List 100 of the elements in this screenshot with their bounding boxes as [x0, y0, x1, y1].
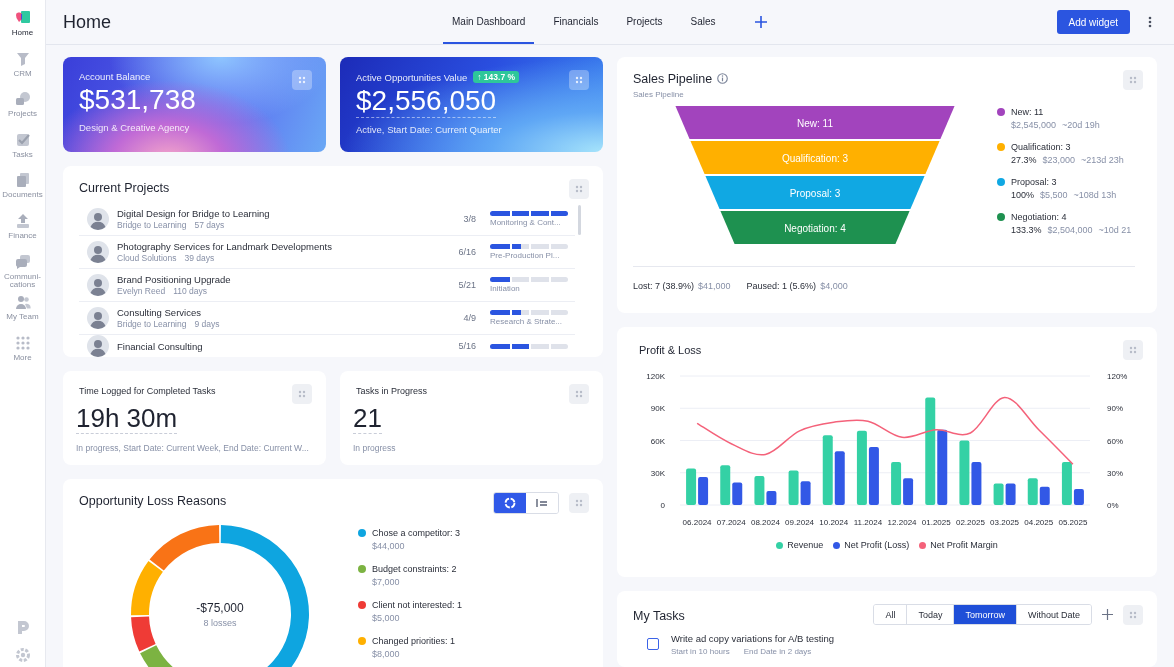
duration: 9 days [194, 319, 220, 329]
funnel-icon [14, 50, 31, 67]
avatar [87, 208, 109, 230]
task-checkbox[interactable] [647, 638, 659, 650]
x-tick-label: 08.2024 [750, 518, 780, 527]
x-tick-label: 01.2025 [921, 518, 951, 527]
conversion-rate: 100% [1011, 190, 1035, 200]
lost-count: Lost: 7 (38.9%) [633, 281, 695, 291]
chat-icon [14, 253, 31, 270]
card-note: Design & Creative Agency [79, 122, 191, 133]
stage-amount: $5,500 [1040, 190, 1068, 200]
drag-handle[interactable] [1123, 604, 1143, 625]
growth-badge: ↑ 143.7 % [473, 71, 520, 83]
people-icon [14, 294, 31, 311]
task-count: 4/9 [462, 313, 476, 323]
duration: 39 days [184, 253, 215, 263]
project-row[interactable]: Consulting Services Bridge to Learning 9 days 4/9 Research & Strate... [79, 302, 575, 335]
stage-name: Proposal: 3 [1011, 177, 1058, 187]
stat-note: In progress [353, 442, 397, 453]
bar [822, 435, 833, 505]
drag-handle[interactable] [569, 70, 589, 90]
stage-duration: ~20d 19h [1062, 120, 1100, 130]
tab[interactable]: Projects [617, 0, 672, 44]
info-icon[interactable] [717, 72, 729, 84]
task-count: 3/8 [462, 214, 476, 224]
card-note: Active, Start Date: Current Quarter [356, 124, 503, 135]
x-tick-label: 05.2025 [1058, 518, 1088, 527]
lost-amount: $41,000 [698, 281, 731, 291]
card-label: Account Balance [79, 71, 151, 82]
stage-label: Monitoring & Cont... [490, 218, 562, 227]
drag-handle[interactable] [292, 384, 312, 404]
project-name: Digital Design for Bridge to Learning [117, 208, 271, 219]
client-name: Cloud Solutions [117, 253, 177, 263]
sidebar-item[interactable]: Communi-cations [0, 253, 46, 295]
bar [1039, 486, 1050, 505]
settings-icon[interactable] [14, 647, 31, 663]
project-row[interactable]: Photography Services for Landmark Developments Cloud Solutions 39 days 6/16 Pre-Production Pl... [79, 236, 575, 269]
add-widget-button[interactable]: Add widget [1056, 10, 1130, 34]
project-row[interactable]: Brand Positioning Upgrade Evelyn Reed 110 days 5/21 Initiation [79, 269, 575, 302]
y-tick-label: 30K [650, 468, 665, 478]
scrollbar[interactable] [578, 205, 581, 235]
stat-value: 19h 30m [76, 404, 178, 434]
avatar [87, 307, 109, 329]
task-end: End Date in 2 days [743, 647, 812, 656]
x-tick-label: 02.2025 [955, 518, 985, 527]
grid-icon [14, 334, 31, 351]
legend-label: Revenue [787, 540, 824, 550]
sidebar-item[interactable]: Home [0, 10, 46, 51]
stage-amount: $2,504,000 [1047, 225, 1093, 235]
y-tick-label: 90% [1107, 404, 1123, 414]
sidebar-item[interactable]: More [0, 334, 46, 376]
x-tick-label: 04.2025 [1024, 518, 1054, 527]
drag-handle[interactable] [569, 179, 589, 199]
paused-count: Paused: 1 (5.6%) [746, 281, 817, 291]
logo-icon [14, 10, 31, 26]
stage-label: Initiation [490, 284, 521, 293]
funnel-stage: Qualification: 3 [690, 141, 940, 174]
reason-label: Chose a competitor: 3 [372, 528, 461, 538]
task-count: 6/16 [457, 247, 476, 257]
x-tick-label: 09.2024 [785, 518, 815, 527]
drag-handle[interactable] [569, 384, 589, 404]
project-row[interactable]: Financial Consulting 5/16 [79, 335, 575, 357]
drag-handle[interactable] [292, 70, 312, 90]
funnel-stage: Proposal: 3 [705, 176, 925, 209]
tab[interactable]: Main Dashboard [443, 0, 535, 44]
total-loss: -$75,000 [196, 600, 244, 615]
shapes-icon [14, 91, 31, 108]
stat-value: 21 [353, 404, 382, 434]
bar [1027, 478, 1038, 505]
add-icon[interactable] [754, 16, 767, 28]
view-toggle[interactable] [494, 493, 526, 513]
tab[interactable]: Sales [681, 0, 725, 44]
arrow-up-icon [14, 212, 31, 229]
x-tick-label: 03.2025 [990, 518, 1020, 527]
client-name: Bridge to Learning [117, 220, 187, 230]
donut-icon [504, 497, 516, 509]
x-tick-label: 10.2024 [819, 518, 849, 527]
y-tick-label: 120K [646, 372, 665, 381]
stage-label: Research & Strate... [490, 317, 564, 326]
drag-handle[interactable] [569, 493, 589, 513]
y-tick-label: 60K [650, 436, 665, 446]
conversion-rate: 27.3% [1011, 155, 1037, 165]
project-row[interactable]: Digital Design for Bridge to Learning Bridge to Learning 57 days 3/8 Monitoring & Cont... [79, 203, 575, 236]
card-title: Opportunity Loss Reasons [79, 493, 227, 508]
client-name: Evelyn Reed [117, 286, 166, 296]
duration: 110 days [173, 286, 208, 296]
more-icon[interactable] [1148, 16, 1152, 28]
stage-amount: $23,000 [1042, 155, 1076, 165]
filter-tab[interactable]: Without Date [1015, 605, 1091, 624]
page-title: Home [63, 11, 112, 33]
card-title: Current Projects [79, 180, 170, 195]
paused-amount: $4,000 [820, 281, 848, 291]
y-tick-label: 30% [1107, 468, 1123, 478]
filter-tab[interactable]: Tomorrow [953, 605, 1016, 624]
add-icon[interactable] [1102, 609, 1113, 620]
tab[interactable]: Financials [544, 0, 608, 44]
drag-handle[interactable] [1123, 340, 1143, 360]
drag-handle[interactable] [1123, 70, 1143, 90]
avatar [87, 274, 109, 296]
y-tick-label: 90K [650, 404, 665, 414]
